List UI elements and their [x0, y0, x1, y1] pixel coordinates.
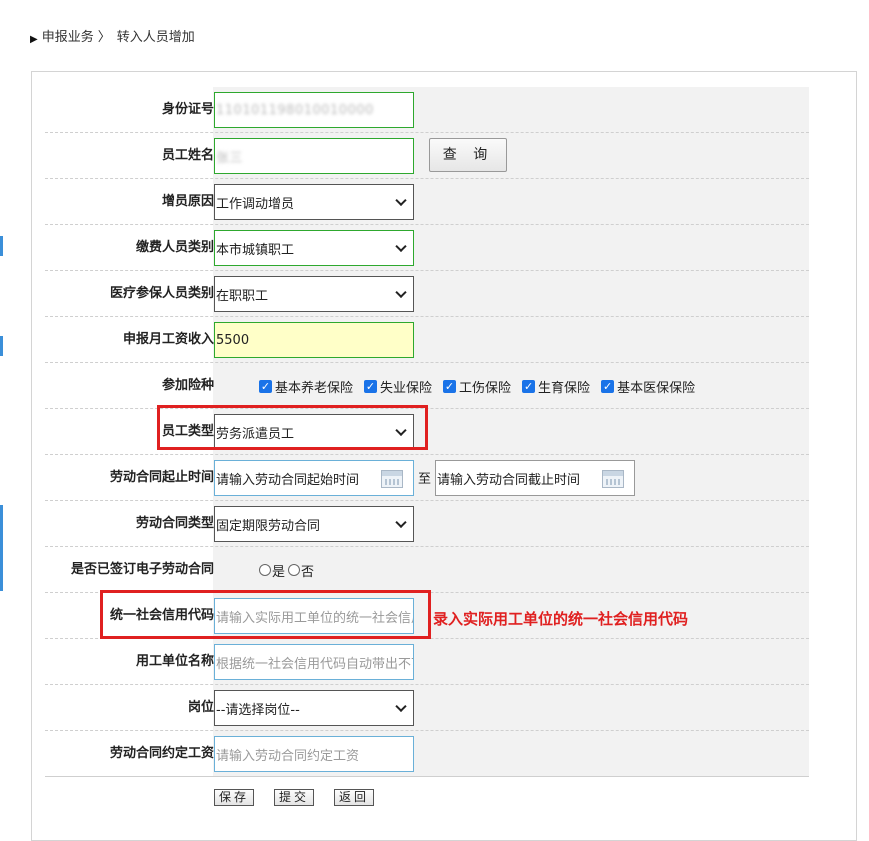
contract-start-input[interactable]: 请输入劳动合同起始时间 — [214, 460, 414, 496]
position-label: 岗位 — [187, 700, 214, 715]
checkmark-icon: ✓ — [522, 379, 536, 393]
name-input[interactable]: 张三 — [214, 138, 414, 174]
chevron-down-icon — [395, 516, 407, 529]
e-contract-label: 是否已签订电子劳动合同 — [70, 562, 214, 577]
id-number-label: 身份证号 — [161, 102, 214, 117]
medical-type-select[interactable]: 在职职工 — [214, 276, 414, 312]
e-contract-options: 是 否 — [259, 547, 314, 593]
left-edge-marker — [0, 336, 3, 356]
row-salary: 申报月工资收入 — [45, 317, 809, 363]
reason-label: 增员原因 — [161, 194, 214, 209]
employer-name-input[interactable]: 根据统一社会信用代码自动带出不可修改 — [214, 644, 414, 680]
payer-type-select[interactable]: 本市城镇职工 — [214, 230, 414, 266]
salary-input[interactable]: 5500 — [214, 322, 414, 358]
row-name: 员工姓名 — [45, 133, 809, 179]
position-select[interactable]: --请选择岗位-- — [214, 690, 414, 726]
checkbox-medical[interactable]: ✓ 基本医保保险 — [601, 377, 695, 396]
contract-type-label: 劳动合同类型 — [135, 516, 214, 531]
id-number-input[interactable]: 110101198010010000 — [214, 92, 414, 128]
contract-salary-input[interactable]: 请输入劳动合同约定工资 — [214, 736, 414, 772]
checkbox-pension[interactable]: ✓ 基本养老保险 — [259, 377, 353, 396]
triangle-right-icon: ▶ — [30, 34, 38, 45]
checkbox-unemployment[interactable]: ✓ 失业保险 — [364, 377, 432, 396]
row-reason: 增员原因 — [45, 179, 809, 225]
salary-label: 申报月工资收入 — [122, 332, 214, 347]
highlight-box-employee-type — [157, 405, 428, 450]
insurance-label: 参加险种 — [161, 378, 214, 393]
breadcrumb-current: 转入人员增加 — [116, 30, 195, 45]
calendar-icon[interactable] — [602, 470, 624, 488]
payer-type-label: 缴费人员类别 — [135, 240, 214, 255]
left-edge-marker — [0, 236, 3, 256]
name-label: 员工姓名 — [161, 148, 214, 163]
contract-salary-label: 劳动合同约定工资 — [109, 746, 214, 761]
medical-type-label: 医疗参保人员类别 — [109, 286, 214, 301]
row-insurance: 参加险种 ✓ 基本养老保险 ✓ 失业保险 ✓ 工伤保险 ✓ 生育保险 ✓ 基本医保保险 — [45, 363, 809, 409]
chevron-down-icon — [395, 240, 407, 253]
row-contract-salary: 劳动合同约定工资 — [45, 731, 809, 777]
contract-end-input[interactable]: 请输入劳动合同截止时间 — [435, 460, 635, 496]
row-employer-name: 用工单位名称 — [45, 639, 809, 685]
reason-select[interactable]: 工作调动增员 — [214, 184, 414, 220]
calendar-icon[interactable] — [381, 470, 403, 488]
contract-type-select[interactable]: 固定期限劳动合同 — [214, 506, 414, 542]
checkbox-injury[interactable]: ✓ 工伤保险 — [443, 377, 511, 396]
row-medical-type: 医疗参保人员类别 — [45, 271, 809, 317]
radio-no[interactable] — [288, 564, 301, 576]
radio-yes-label: 是 — [272, 564, 286, 580]
chevron-down-icon — [395, 700, 407, 713]
highlight-box-credit-code — [100, 590, 431, 639]
date-range-separator: 至 — [418, 472, 432, 487]
checkbox-maternity[interactable]: ✓ 生育保险 — [522, 377, 590, 396]
submit-button[interactable]: 提交 — [274, 789, 315, 806]
radio-yes[interactable] — [259, 564, 271, 576]
checkmark-icon: ✓ — [364, 379, 378, 393]
row-contract-type: 劳动合同类型 — [45, 501, 809, 547]
row-e-contract: 是否已签订电子劳动合同 是 否 — [45, 547, 809, 593]
breadcrumb-section[interactable]: 申报业务 — [42, 26, 94, 45]
contract-period-label: 劳动合同起止时间 — [109, 470, 214, 485]
row-id-number: 身份证号 — [45, 87, 809, 133]
employer-name-label: 用工单位名称 — [135, 654, 214, 669]
breadcrumb: ▶ 申报业务 〉 转入人员增加 — [30, 26, 195, 45]
checkmark-icon: ✓ — [443, 379, 457, 393]
annotation-note: 录入实际用工单位的统一社会信用代码 — [433, 610, 689, 628]
row-payer-type: 缴费人员类别 — [45, 225, 809, 271]
breadcrumb-separator: 〉 — [97, 30, 111, 45]
radio-no-label: 否 — [301, 564, 315, 580]
query-button[interactable]: 查 询 — [429, 138, 507, 172]
checkmark-icon: ✓ — [601, 379, 615, 393]
form-actions: 保存 提交 返回 — [214, 789, 394, 806]
row-position: 岗位 — [45, 685, 809, 731]
checkmark-icon: ✓ — [259, 379, 272, 393]
insurance-options: ✓ 基本养老保险 ✓ 失业保险 ✓ 工伤保险 ✓ 生育保险 ✓ 基本医保保险 — [259, 363, 706, 409]
chevron-down-icon — [395, 194, 407, 207]
chevron-down-icon — [395, 286, 407, 299]
back-button[interactable]: 返回 — [334, 789, 375, 806]
save-button[interactable]: 保存 — [214, 789, 255, 806]
left-edge-marker — [0, 505, 3, 591]
